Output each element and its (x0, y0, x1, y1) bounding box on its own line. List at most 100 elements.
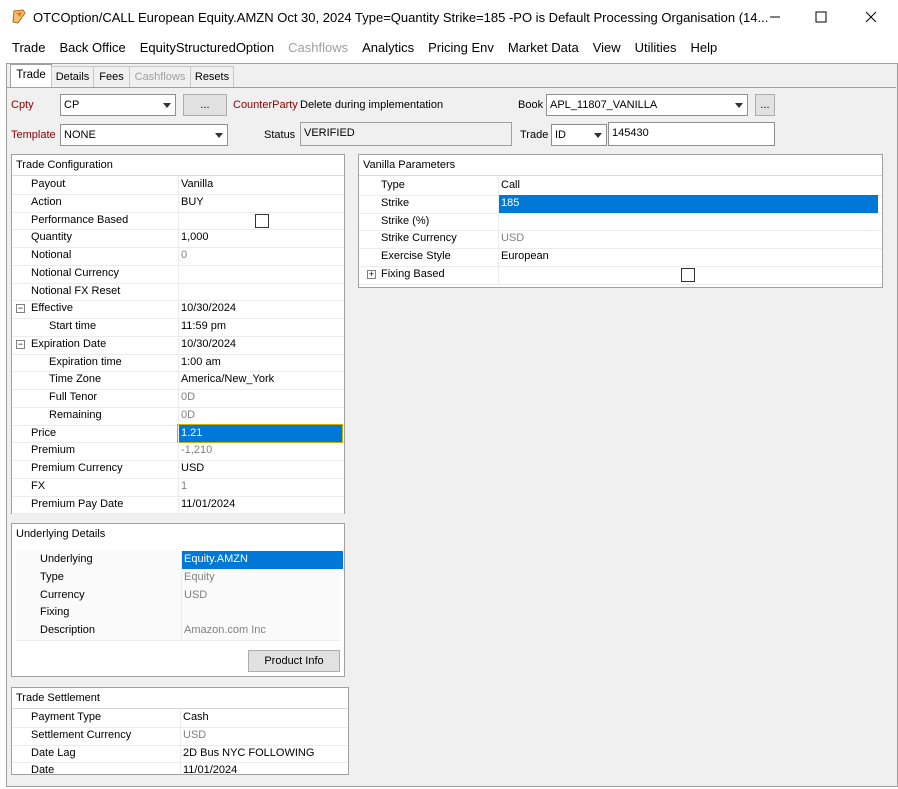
trade-id-field[interactable]: 145430 (608, 122, 775, 146)
tab-cashflows[interactable]: Cashflows (129, 66, 191, 87)
notional-value[interactable]: 0 (178, 247, 342, 265)
date-lag-value[interactable]: 2D Bus NYC FOLLOWING (180, 744, 346, 763)
tab-trade[interactable]: Trade (10, 64, 52, 88)
fixing-based-checkbox[interactable] (681, 267, 695, 282)
premium-value[interactable]: -1,210 (178, 442, 342, 460)
strike-currency-value[interactable]: USD (498, 230, 878, 248)
row-start-time: Start time 11:59 pm (12, 318, 344, 337)
minimize-button[interactable] (752, 0, 798, 34)
menu-back-office[interactable]: Back Office (52, 36, 132, 60)
settlement-currency-value[interactable]: USD (180, 726, 346, 745)
remaining-label: Remaining (49, 408, 102, 421)
underlying-details-title: Underlying Details (16, 528, 106, 540)
fx-label: FX (31, 479, 46, 492)
fixing-value[interactable] (181, 604, 343, 622)
menu-utilities[interactable]: Utilities (628, 36, 684, 60)
action-value[interactable]: BUY (178, 193, 342, 212)
premium-pay-date-value[interactable]: 11/01/2024 (178, 495, 342, 514)
status-field: VERIFIED (300, 122, 512, 146)
notional-fx-reset-value[interactable] (178, 282, 342, 301)
menu-cashflows[interactable]: Cashflows (281, 36, 355, 60)
full-tenor-value[interactable]: 0D (178, 389, 342, 407)
close-button[interactable] (848, 0, 894, 34)
type-label: Type (381, 179, 405, 191)
settlement-currency-label: Settlement Currency (31, 728, 132, 741)
description-value[interactable]: Amazon.com Inc (181, 622, 343, 640)
effective-label: Effective (31, 302, 73, 315)
expiration-time-value[interactable]: 1:00 am (178, 353, 342, 372)
payout-label: Payout (31, 178, 66, 190)
collapse-icon[interactable]: − (16, 339, 25, 349)
template-combo[interactable]: NONE (60, 124, 228, 146)
effective-value[interactable]: 10/30/2024 (178, 300, 342, 318)
chevron-down-icon (731, 95, 747, 115)
start-time-value[interactable]: 11:59 pm (178, 318, 342, 336)
expiration-date-value[interactable]: 10/30/2024 (178, 335, 342, 354)
strike-currency-label: Strike Currency (381, 232, 457, 245)
menu-analytics[interactable]: Analytics (355, 36, 421, 60)
fixing-based-value[interactable] (498, 265, 878, 284)
date-label: Date (31, 764, 55, 774)
exercise-style-value[interactable]: European (498, 248, 878, 266)
quantity-value[interactable]: 1,000 (178, 229, 342, 247)
menu-help[interactable]: Help (684, 36, 725, 60)
menu-equity-structured-option[interactable]: EquityStructuredOption (133, 36, 281, 60)
fx-value[interactable]: 1 (178, 477, 342, 496)
row-notional: Notional 0 (12, 247, 344, 266)
underlying-value[interactable]: Equity.AMZN (181, 551, 343, 569)
row-date-lag: Date Lag 2D Bus NYC FOLLOWING (12, 744, 348, 764)
time-zone-label: Time Zone (49, 373, 102, 386)
currency-value[interactable]: USD (181, 586, 343, 605)
currency-label: Currency (40, 588, 85, 601)
book-label: Book (518, 99, 544, 111)
expand-icon[interactable]: + (367, 269, 376, 279)
row-type: Type Equity (16, 568, 343, 588)
type-value[interactable]: Equity (181, 568, 343, 587)
row-strike: Strike (%) (359, 212, 882, 232)
book-combo[interactable]: APL_11807_VANILLA (546, 94, 748, 116)
title-bar: OTCOption/CALL European Equity.AMZN Oct … (0, 0, 898, 34)
time-zone-value[interactable]: America/New_York (178, 371, 342, 389)
row-payment-type: Payment Type Cash (12, 709, 348, 728)
row-remaining: Remaining 0D (12, 406, 344, 426)
premium-label: Premium (31, 444, 76, 457)
menu-bar: Trade Back Office EquityStructuredOption… (5, 36, 898, 60)
menu-market-data[interactable]: Market Data (501, 36, 586, 60)
cpty-value: CP (64, 99, 80, 111)
chevron-down-icon (159, 95, 175, 115)
window-title: OTCOption/CALL European Equity.AMZN Oct … (33, 10, 769, 25)
product-info-button[interactable]: Product Info (248, 650, 340, 672)
type-value[interactable]: Call (498, 177, 878, 195)
chevron-down-icon (211, 125, 227, 145)
price-value[interactable]: 1.21 (177, 423, 343, 444)
row-price: Price 1.21 (12, 423, 344, 444)
date-value[interactable]: 11/01/2024 (180, 762, 346, 774)
performance-based-checkbox[interactable] (255, 213, 269, 228)
row-full-tenor: Full Tenor 0D (12, 389, 344, 408)
payment-type-value[interactable]: Cash (180, 709, 346, 727)
book-browse-button[interactable]: ... (755, 94, 775, 116)
cpty-combo[interactable]: CP (60, 94, 176, 116)
strike-value[interactable]: 185 (498, 194, 878, 213)
template-value: NONE (64, 129, 96, 141)
cpty-browse-button[interactable]: ... (183, 94, 227, 116)
remaining-value[interactable]: 0D (178, 406, 342, 425)
menu-view[interactable]: View (586, 36, 628, 60)
collapse-icon[interactable]: − (16, 304, 25, 314)
maximize-button[interactable] (798, 0, 844, 34)
strike-value[interactable] (498, 212, 878, 231)
notional-currency-value[interactable] (178, 264, 342, 283)
menu-pricing-env[interactable]: Pricing Env (421, 36, 501, 60)
row-premium-pay-date: Premium Pay Date 11/01/2024 (12, 495, 344, 515)
underlying-label: Underlying (40, 553, 93, 565)
payout-value[interactable]: Vanilla (178, 176, 342, 194)
menu-trade[interactable]: Trade (5, 36, 52, 60)
performance-based-value[interactable] (178, 211, 342, 230)
tab-details[interactable]: Details (51, 66, 94, 87)
tab-resets[interactable]: Resets (190, 66, 234, 87)
premium-currency-value[interactable]: USD (178, 460, 342, 478)
tab-fees[interactable]: Fees (93, 66, 130, 87)
trade-id-type-combo[interactable]: ID (551, 124, 607, 146)
row-effective: Effective − 10/30/2024 (12, 300, 344, 319)
trade-configuration-panel: Trade Configuration Payout Vanilla Action B… (11, 154, 345, 515)
